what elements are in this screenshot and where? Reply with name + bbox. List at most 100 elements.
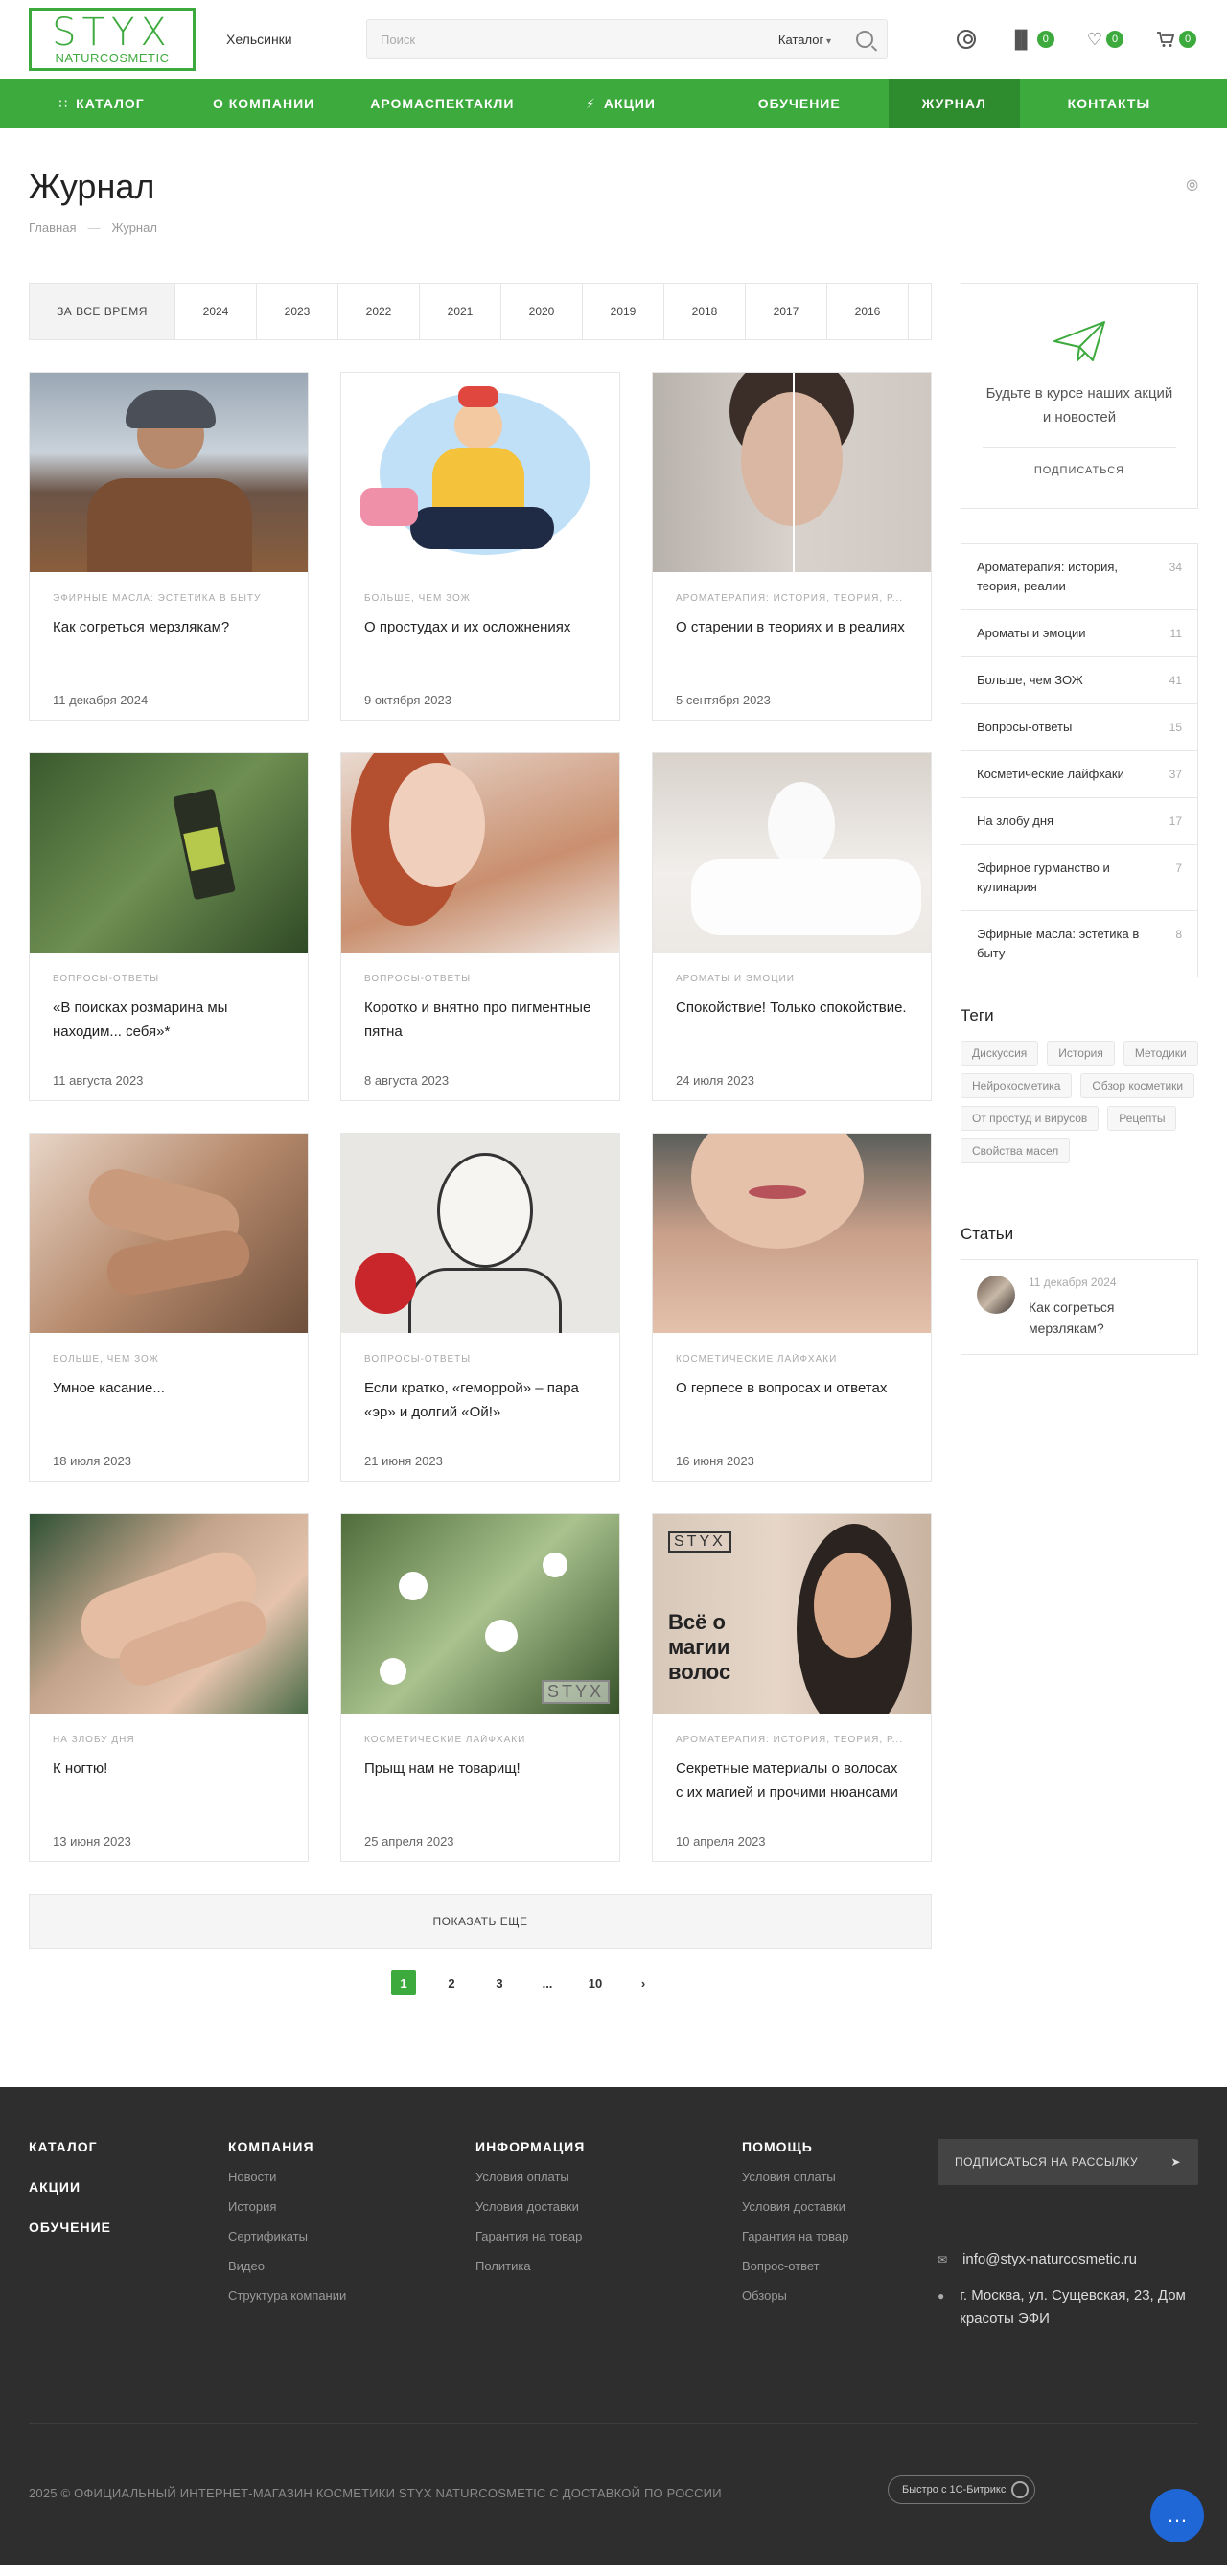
article-category[interactable]: ВОПРОСЫ-ОТВЕТЫ <box>364 1354 596 1365</box>
article-category[interactable]: ЭФИРНЫЕ МАСЛА: ЭСТЕТИКА В БЫТУ <box>53 593 285 604</box>
footer-link-catalog[interactable]: КАТАЛОГ <box>29 2139 98 2154</box>
tag[interactable]: Методики <box>1123 1041 1198 1066</box>
page-link[interactable]: 2 <box>432 1970 471 1995</box>
footer-email-link[interactable]: info@styx-naturcosmetic.ru <box>962 2248 1137 2271</box>
article-title[interactable]: Коротко и внятно про пигментные пятна <box>364 996 596 1068</box>
article-category[interactable]: АРОМАТЕРАПИЯ: ИСТОРИЯ, ТЕОРИЯ, Р... <box>676 593 908 604</box>
tab-year[interactable]: 2022 <box>338 284 420 339</box>
article-title[interactable]: Умное касание... <box>53 1376 285 1448</box>
footer-link-sales[interactable]: АКЦИИ <box>29 2179 81 2195</box>
nav-item-about[interactable]: О КОМПАНИИ <box>174 79 353 128</box>
tab-year[interactable]: 2021 <box>420 284 501 339</box>
category-item[interactable]: Эфирное гурманство и кулинария 7 <box>961 845 1197 911</box>
article-card[interactable]: ВОПРОСЫ-ОТВЕТЫ Коротко и внятно про пигм… <box>340 752 620 1101</box>
article-image[interactable] <box>30 373 308 572</box>
footer-link[interactable]: Гарантия на товар <box>475 2229 582 2243</box>
sidebar-article[interactable]: 11 декабря 2024 Как согреться мерзлякам? <box>961 1259 1198 1355</box>
tab-year[interactable]: 2016 <box>827 284 909 339</box>
category-item[interactable]: Больше, чем ЗОЖ 41 <box>961 657 1197 704</box>
tag[interactable]: Свойства масел <box>961 1138 1071 1163</box>
show-more-button[interactable]: ПОКАЗАТЬ ЕЩЕ <box>29 1894 932 1949</box>
footer-heading[interactable]: КОМПАНИЯ <box>228 2139 475 2154</box>
tag[interactable]: Нейрокосметика <box>961 1073 1073 1098</box>
tag[interactable]: Дискуссия <box>961 1041 1039 1066</box>
category-item[interactable]: На злобу дня 17 <box>961 798 1197 845</box>
article-card[interactable]: STYX Всё о магии волос АРОМАТЕРАПИЯ: ИСТ… <box>652 1513 932 1862</box>
nav-item-contacts[interactable]: КОНТАКТЫ <box>1020 79 1198 128</box>
article-title[interactable]: Как согреться мерзлякам? <box>53 615 285 687</box>
sidebar-article-title[interactable]: Как согреться мерзлякам? <box>1029 1297 1182 1339</box>
tag[interactable]: История <box>1047 1041 1115 1066</box>
footer-link[interactable]: Условия доставки <box>475 2199 579 2214</box>
bitrix-badge[interactable]: Быстро с 1С-Битрикс <box>888 2475 1036 2504</box>
article-category[interactable]: КОСМЕТИЧЕСКИЕ ЛАЙФХАКИ <box>676 1354 908 1365</box>
article-category[interactable]: БОЛЬШЕ, ЧЕМ ЗОЖ <box>364 593 596 604</box>
nav-item-sales[interactable]: ⚡ АКЦИИ <box>531 79 709 128</box>
tag[interactable]: Обзор косметики <box>1080 1073 1195 1098</box>
article-title[interactable]: «В поисках розмарина мы находим... себя»… <box>53 996 285 1068</box>
article-image[interactable] <box>653 1134 931 1333</box>
article-title[interactable]: О старении в теориях и в реалиях <box>676 615 908 687</box>
article-card[interactable]: АРОМАТЕРАПИЯ: ИСТОРИЯ, ТЕОРИЯ, Р... О ст… <box>652 372 932 721</box>
article-card[interactable]: БОЛЬШЕ, ЧЕМ ЗОЖ О простудах и их осложне… <box>340 372 620 721</box>
footer-heading[interactable]: ПОМОЩЬ <box>742 2139 928 2154</box>
article-title[interactable]: Спокойствие! Только спокойствие. <box>676 996 908 1068</box>
cart-button[interactable]: 0 <box>1156 31 1196 48</box>
article-title[interactable]: Если кратко, «геморрой» – пара «эр» и до… <box>364 1376 596 1448</box>
article-card[interactable]: ЭФИРНЫЕ МАСЛА: ЭСТЕТИКА В БЫТУ Как согре… <box>29 372 309 721</box>
article-image[interactable] <box>341 373 619 572</box>
article-image[interactable] <box>30 1134 308 1333</box>
nav-item-catalog[interactable]: ∷ КАТАЛОГ <box>29 79 174 128</box>
search-bar[interactable]: Поиск Каталог <box>366 19 888 59</box>
footer-link[interactable]: Новости <box>228 2170 276 2184</box>
footer-link[interactable]: История <box>228 2199 276 2214</box>
article-category[interactable]: АРОМАТЕРАПИЯ: ИСТОРИЯ, ТЕОРИЯ, Р... <box>676 1735 908 1745</box>
footer-link[interactable]: Условия оплаты <box>742 2170 836 2184</box>
user-icon[interactable] <box>957 30 977 49</box>
footer-link[interactable]: Политика <box>475 2259 531 2273</box>
footer-heading[interactable]: ИНФОРМАЦИЯ <box>475 2139 742 2154</box>
article-image[interactable] <box>653 373 931 572</box>
article-image[interactable]: STYX <box>341 1514 619 1714</box>
city-selector[interactable]: Хельсинки <box>226 32 332 47</box>
category-item[interactable]: Косметические лайфхаки 37 <box>961 751 1197 798</box>
article-title[interactable]: О герпесе в вопросах и ответах <box>676 1376 908 1448</box>
footer-link[interactable]: Видео <box>228 2259 265 2273</box>
footer-link[interactable]: Гарантия на товар <box>742 2229 848 2243</box>
chevron-right-icon[interactable]: › <box>624 1970 662 1995</box>
search-catalog-dropdown[interactable]: Каталог <box>778 33 831 47</box>
article-image[interactable] <box>30 1514 308 1714</box>
compare-button[interactable]: ▐▌ 0 <box>1008 30 1054 50</box>
article-category[interactable]: АРОМАТЫ И ЭМОЦИИ <box>676 974 908 984</box>
footer-link[interactable]: Сертификаты <box>228 2229 308 2243</box>
article-image[interactable] <box>341 1134 619 1333</box>
footer-link[interactable]: Условия доставки <box>742 2199 845 2214</box>
nav-item-journal[interactable]: ЖУРНАЛ <box>888 79 1020 128</box>
footer-link[interactable]: Условия оплаты <box>475 2170 569 2184</box>
search-input[interactable]: Поиск <box>381 33 778 47</box>
article-image[interactable] <box>653 753 931 953</box>
category-item[interactable]: Вопросы-ответы 15 <box>961 704 1197 751</box>
tab-year[interactable]: 2020 <box>501 284 583 339</box>
page-link[interactable]: 10 <box>576 1970 614 1995</box>
footer-link[interactable]: Обзоры <box>742 2288 787 2303</box>
article-category[interactable]: БОЛЬШЕ, ЧЕМ ЗОЖ <box>53 1354 285 1365</box>
article-title[interactable]: О простудах и их осложнениях <box>364 615 596 687</box>
page-link[interactable]: 3 <box>480 1970 519 1995</box>
category-item[interactable]: Ароматерапия: история, теория, реалии 34 <box>961 544 1197 610</box>
article-card[interactable]: АРОМАТЫ И ЭМОЦИИ Спокойствие! Только спо… <box>652 752 932 1101</box>
subscribe-button[interactable]: ПОДПИСАТЬСЯ <box>1034 465 1124 476</box>
footer-link[interactable]: Структура компании <box>228 2288 346 2303</box>
article-title[interactable]: Секретные материалы о волосах с их магие… <box>676 1757 908 1828</box>
article-card[interactable]: STYX КОСМЕТИЧЕСКИЕ ЛАЙФХАКИ Прыщ нам не … <box>340 1513 620 1862</box>
article-category[interactable]: НА ЗЛОБУ ДНЯ <box>53 1735 285 1745</box>
article-category[interactable]: КОСМЕТИЧЕСКИЕ ЛАЙФХАКИ <box>364 1735 596 1745</box>
article-image[interactable] <box>30 753 308 953</box>
page-link-current[interactable]: 1 <box>384 1970 423 1995</box>
search-icon[interactable] <box>856 31 873 48</box>
article-card[interactable]: БОЛЬШЕ, ЧЕМ ЗОЖ Умное касание... 18 июля… <box>29 1133 309 1482</box>
breadcrumb-home[interactable]: Главная <box>29 220 76 235</box>
nav-item-aromaspectacles[interactable]: АРОМАСПЕКТАКЛИ <box>353 79 531 128</box>
article-card[interactable]: КОСМЕТИЧЕСКИЕ ЛАЙФХАКИ О герпесе в вопро… <box>652 1133 932 1482</box>
rss-icon[interactable]: ⦾ <box>1186 178 1198 196</box>
